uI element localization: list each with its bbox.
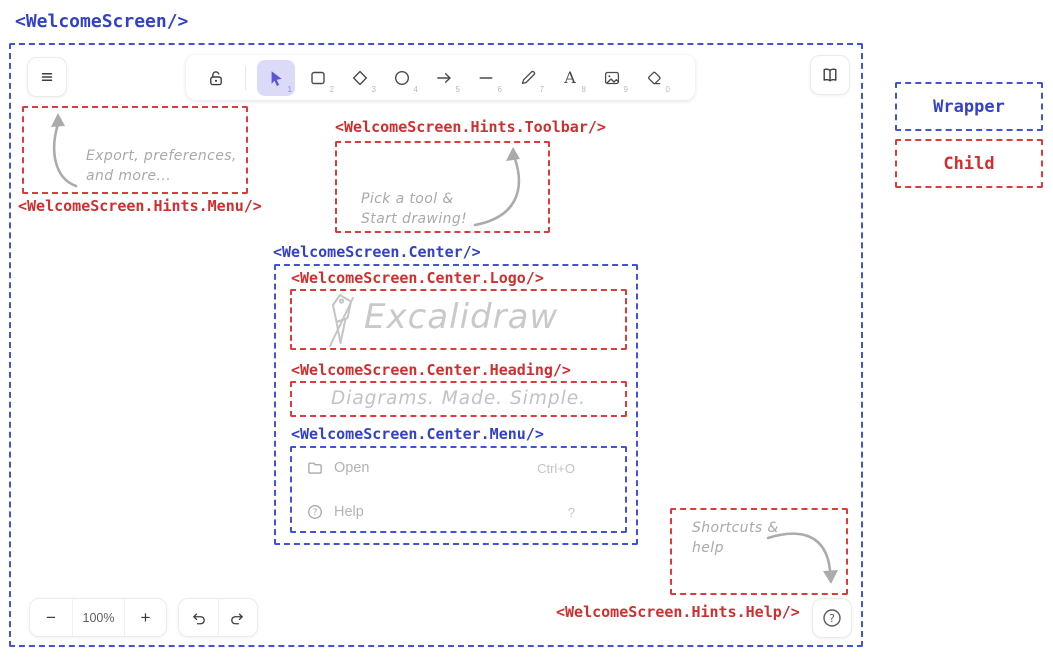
excalidraw-logo-icon xyxy=(326,293,358,349)
excalidraw-logo-text: Excalidraw xyxy=(364,297,558,337)
hint-help-label: <WelcomeScreen.Hints.Help/> xyxy=(556,603,800,621)
tool-arrow[interactable]: 5 xyxy=(425,60,463,96)
center-heading-text: Diagrams. Made. Simple. xyxy=(331,386,586,413)
hint-menu-text: Export, preferences, and more... xyxy=(86,146,237,187)
hint-menu-label: <WelcomeScreen.Hints.Menu/> xyxy=(18,197,262,215)
center-menu-box: Open Ctrl+O ? Help ? xyxy=(290,446,627,533)
pencil-icon xyxy=(518,68,538,88)
zoom-controls: − 100% + xyxy=(29,598,167,637)
tool-shortcut: 5 xyxy=(456,85,460,94)
tool-selection[interactable]: 1 xyxy=(257,60,295,96)
menu-item-open-shortcut: Ctrl+O xyxy=(537,461,575,476)
toolbar-divider xyxy=(245,66,246,90)
legend-wrapper-label: Wrapper xyxy=(933,97,1005,117)
minus-icon: − xyxy=(46,608,56,628)
page-title: <WelcomeScreen/> xyxy=(15,11,188,32)
tool-ellipse[interactable]: 4 xyxy=(383,60,421,96)
main-menu-button[interactable] xyxy=(27,57,67,97)
hamburger-icon xyxy=(37,67,57,87)
undo-icon xyxy=(189,609,207,627)
tool-image[interactable]: 9 xyxy=(593,60,631,96)
center-menu-label: <WelcomeScreen.Center.Menu/> xyxy=(291,425,544,443)
tool-shortcut: 2 xyxy=(330,85,334,94)
hint-menu-box: Export, preferences, and more... xyxy=(22,106,248,194)
tool-shortcut: 0 xyxy=(666,85,670,94)
zoom-level-value: 100% xyxy=(83,611,115,625)
menu-item-help-shortcut: ? xyxy=(568,505,575,520)
center-logo-label: <WelcomeScreen.Center.Logo/> xyxy=(291,269,544,287)
ellipse-icon xyxy=(392,68,412,88)
lock-icon xyxy=(206,68,226,88)
question-circle-icon: ? xyxy=(821,607,843,629)
menu-item-help-label: Help xyxy=(334,504,364,520)
undo-button[interactable] xyxy=(179,599,218,636)
center-logo-box: Excalidraw xyxy=(290,289,627,350)
tool-rectangle[interactable]: 2 xyxy=(299,60,337,96)
tool-draw[interactable]: 7 xyxy=(509,60,547,96)
folder-icon xyxy=(306,459,324,477)
zoom-level-button[interactable]: 100% xyxy=(72,599,124,636)
diamond-icon xyxy=(350,68,370,88)
tool-eraser[interactable]: 0 xyxy=(635,60,673,96)
tool-shortcut: 3 xyxy=(372,85,376,94)
hint-toolbar-label: <WelcomeScreen.Hints.Toolbar/> xyxy=(335,118,606,136)
zoom-out-button[interactable]: − xyxy=(30,599,72,636)
image-icon xyxy=(602,68,622,88)
text-icon: A xyxy=(564,70,576,86)
tool-text[interactable]: A 8 xyxy=(551,60,589,96)
menu-item-open-label: Open xyxy=(334,460,369,476)
tool-line[interactable]: 6 xyxy=(467,60,505,96)
help-circle-icon: ? xyxy=(306,503,324,521)
legend-child-label: Child xyxy=(943,154,994,174)
tool-toolbar: 1 2 3 4 xyxy=(186,55,695,100)
svg-text:?: ? xyxy=(829,612,835,625)
tool-diamond[interactable]: 3 xyxy=(341,60,379,96)
welcome-screen-annotated-page: <WelcomeScreen/> xyxy=(0,0,1053,661)
arrow-icon xyxy=(434,68,454,88)
center-heading-box: Diagrams. Made. Simple. xyxy=(290,381,627,417)
legend-child-box: Child xyxy=(895,139,1043,188)
hint-toolbar-box: Pick a tool & Start drawing! xyxy=(335,141,550,233)
menu-item-help[interactable]: ? Help ? xyxy=(306,500,575,524)
cursor-icon xyxy=(266,68,286,88)
help-button[interactable]: ? xyxy=(812,598,852,638)
center-label: <WelcomeScreen.Center/> xyxy=(273,243,481,261)
tool-shortcut: 4 xyxy=(414,85,418,94)
hint-toolbar-arrow xyxy=(467,145,537,229)
rectangle-icon xyxy=(308,68,328,88)
zoom-in-button[interactable]: + xyxy=(124,599,166,636)
tool-shortcut: 1 xyxy=(288,85,292,94)
tool-shortcut: 7 xyxy=(540,85,544,94)
tool-shortcut: 9 xyxy=(624,85,628,94)
tool-shortcut: 6 xyxy=(498,85,502,94)
svg-text:?: ? xyxy=(313,508,318,518)
legend-wrapper-box: Wrapper xyxy=(895,82,1043,131)
tool-shortcut: 8 xyxy=(582,85,586,94)
book-icon xyxy=(820,65,840,85)
menu-item-open[interactable]: Open Ctrl+O xyxy=(306,456,575,480)
hint-menu-arrow xyxy=(38,112,90,190)
center-heading-label: <WelcomeScreen.Center.Heading/> xyxy=(291,361,571,379)
redo-button[interactable] xyxy=(218,599,257,636)
hint-help-box: Shortcuts & help xyxy=(670,508,848,595)
tool-lock[interactable] xyxy=(198,60,234,96)
library-button[interactable] xyxy=(810,55,850,95)
line-icon xyxy=(476,68,496,88)
plus-icon: + xyxy=(141,608,151,628)
hint-toolbar-text: Pick a tool & Start drawing! xyxy=(361,189,467,230)
redo-icon xyxy=(229,609,247,627)
eraser-icon xyxy=(644,68,664,88)
history-controls xyxy=(178,598,258,637)
hint-help-arrow xyxy=(764,526,848,592)
